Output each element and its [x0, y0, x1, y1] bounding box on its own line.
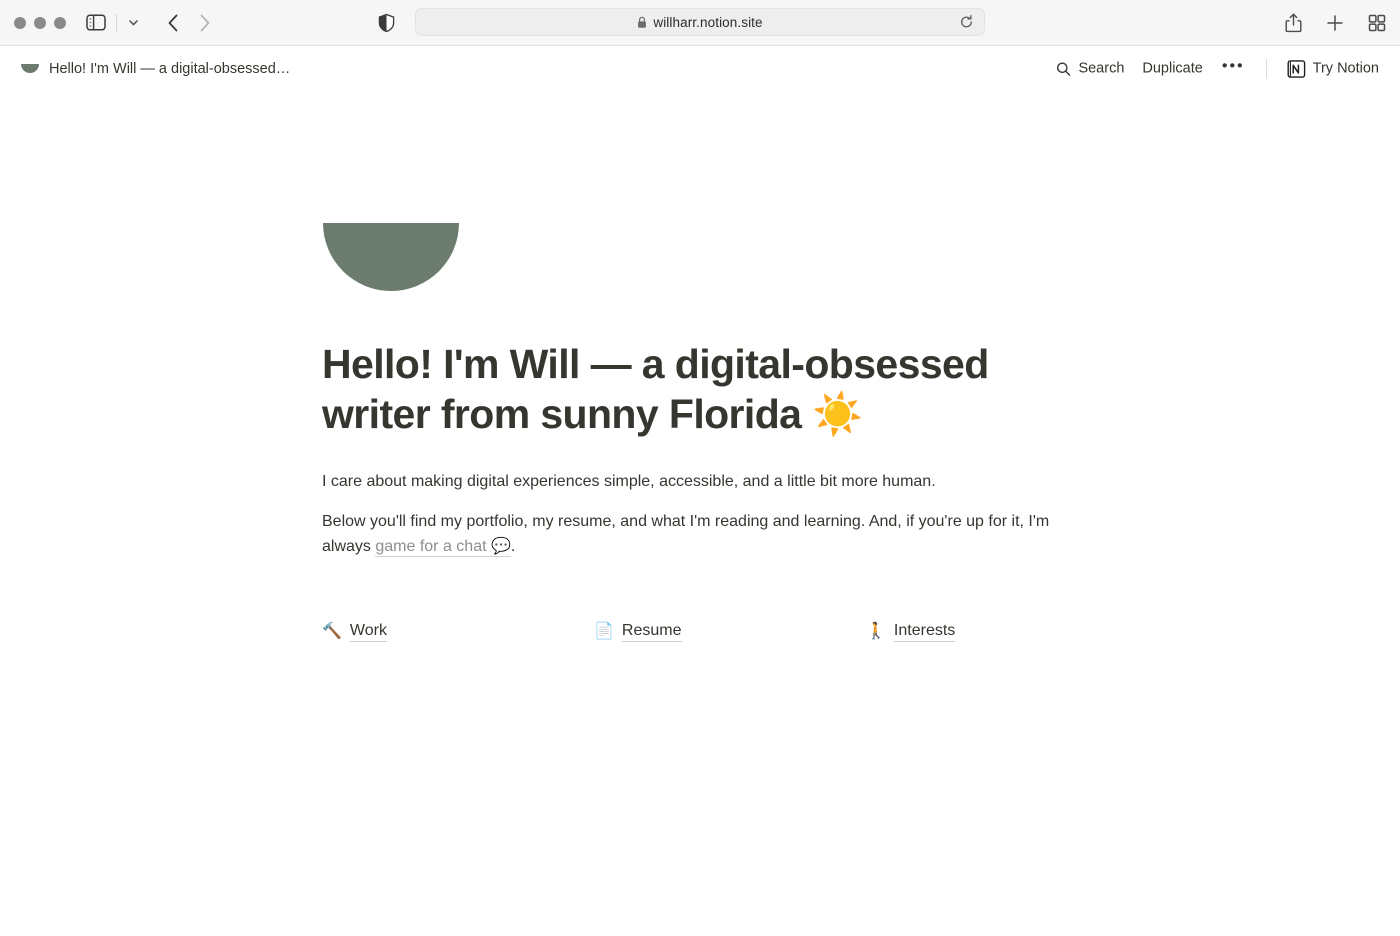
- column-resume: 📄 Resume: [594, 622, 866, 642]
- column-interests: 🚶 Interests: [866, 622, 1138, 642]
- lock-icon: [637, 16, 647, 29]
- share-icon[interactable]: [1285, 13, 1302, 33]
- traffic-lights: [14, 16, 66, 29]
- column-work: 🔨 Work: [322, 622, 594, 642]
- page-top-spacer: [320, 91, 1080, 223]
- plus-icon[interactable]: [1326, 14, 1344, 32]
- topbar-divider: [1265, 58, 1267, 79]
- topbar-actions: Search Duplicate ••• Try Notion: [1047, 54, 1388, 83]
- minimize-window-button[interactable]: [34, 16, 46, 29]
- work-label: Work: [349, 622, 387, 642]
- sidebar-controls: [86, 13, 140, 32]
- hammer-emoji: 🔨: [322, 622, 342, 640]
- breadcrumb[interactable]: Hello! I'm Will — a digital-obsessed…: [14, 55, 296, 83]
- search-icon: [1056, 61, 1071, 76]
- search-label: Search: [1078, 60, 1125, 77]
- interests-label: Interests: [893, 622, 956, 642]
- chat-link[interactable]: game for a chat 💬: [375, 538, 511, 558]
- duplicate-button[interactable]: Duplicate: [1133, 56, 1211, 82]
- secondary-paragraph: Below you'll find my portfolio, my resum…: [322, 509, 1080, 560]
- more-options-button[interactable]: •••: [1212, 57, 1255, 81]
- close-window-button[interactable]: [14, 16, 26, 29]
- page-emoji: 📄: [594, 622, 614, 640]
- page-scroll-area[interactable]: Hello! I'm Will — a digital-obsessed wri…: [0, 91, 1400, 936]
- browser-chrome: willharr.notion.site: [0, 0, 1400, 46]
- search-button[interactable]: Search: [1047, 56, 1133, 82]
- tab-grid-icon[interactable]: [1368, 14, 1386, 32]
- page-content: Hello! I'm Will — a digital-obsessed wri…: [320, 91, 1080, 642]
- interests-link[interactable]: 🚶 Interests: [866, 622, 956, 642]
- page-icon[interactable]: [323, 223, 459, 291]
- walking-person-emoji: 🚶: [866, 622, 886, 640]
- navigation-buttons: [166, 13, 212, 33]
- chrome-right-buttons: [1285, 13, 1386, 33]
- privacy-shield-icon[interactable]: [378, 13, 395, 32]
- page-title: Hello! I'm Will — a digital-obsessed wri…: [322, 341, 989, 438]
- work-link[interactable]: 🔨 Work: [322, 622, 387, 642]
- forward-button[interactable]: [198, 13, 212, 33]
- resume-label: Resume: [621, 622, 682, 642]
- half-circle-icon: [323, 223, 459, 291]
- back-button[interactable]: [166, 13, 180, 33]
- url-bar[interactable]: willharr.notion.site: [415, 8, 985, 36]
- try-notion-label: Try Notion: [1312, 60, 1379, 77]
- chrome-divider: [116, 13, 117, 32]
- resume-link[interactable]: 📄 Resume: [594, 622, 682, 642]
- link-columns: 🔨 Work 📄 Resume 🚶 Interests: [322, 622, 1080, 642]
- zoom-window-button[interactable]: [54, 16, 66, 29]
- notion-logo-icon: [1287, 59, 1306, 78]
- duplicate-label: Duplicate: [1142, 60, 1203, 77]
- notion-topbar: Hello! I'm Will — a digital-obsessed… Se…: [0, 46, 1400, 91]
- half-circle-icon: [20, 59, 40, 79]
- chevron-down-icon[interactable]: [127, 16, 140, 29]
- paragraph-text-after: .: [510, 538, 516, 556]
- url-text: willharr.notion.site: [653, 14, 763, 30]
- intro-paragraph: I care about making digital experiences …: [322, 473, 936, 491]
- sidebar-icon[interactable]: [86, 14, 106, 31]
- breadcrumb-title: Hello! I'm Will — a digital-obsessed…: [49, 60, 291, 77]
- reload-icon[interactable]: [959, 15, 974, 30]
- try-notion-button[interactable]: Try Notion: [1278, 54, 1388, 83]
